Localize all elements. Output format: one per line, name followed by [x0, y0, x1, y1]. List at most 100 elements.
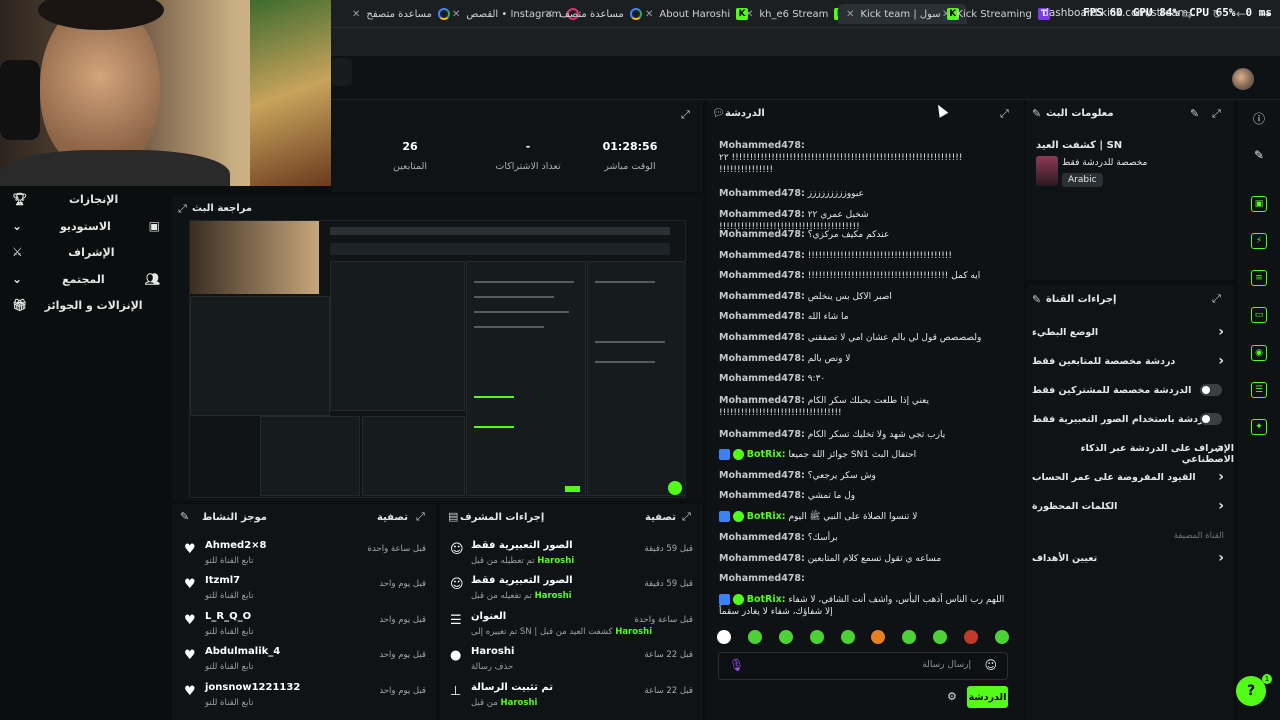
preview-tool-icon[interactable]: ▣ [1251, 196, 1267, 212]
layout-icon[interactable]: ☰ [1251, 382, 1267, 398]
chat-username[interactable]: Mohammed478: [719, 553, 805, 564]
emote[interactable] [994, 630, 1009, 644]
action-ai-moderation[interactable]: الإشراف على الدردشة عبر الذكاء الاصطناعي… [1026, 437, 1234, 465]
chat-username[interactable]: Mohammed478: [719, 250, 805, 261]
emote[interactable] [747, 630, 762, 644]
forward-icon[interactable]: → [1260, 7, 1270, 21]
mic-icon[interactable]: 🎙︎ [729, 658, 744, 672]
chat-text: ٩:٣٠ [807, 374, 826, 384]
stream-preview-video[interactable] [189, 220, 686, 498]
preview-status-icon[interactable] [668, 481, 682, 495]
expand-icon[interactable]: ⤢ [416, 510, 425, 524]
chat-input[interactable]: 🎙︎ إرسال رسالة ☺ [718, 652, 1008, 680]
expand-icon[interactable]: ⤢ [1212, 107, 1221, 121]
close-tab-icon[interactable]: ✕ [745, 9, 753, 20]
back-icon[interactable]: ← [1236, 7, 1246, 21]
close-tab-icon[interactable]: ✕ [545, 9, 553, 20]
chat-username[interactable]: Mohammed478: [719, 395, 805, 406]
chat-username[interactable]: BotRix: [747, 594, 786, 605]
pen-icon[interactable]: ✎ [1251, 148, 1267, 164]
browser-tab[interactable]: ✕ مساعدة متصف [545, 4, 642, 24]
emotes-only-toggle[interactable] [1200, 413, 1222, 425]
emote[interactable] [809, 630, 824, 644]
chat-username[interactable]: Mohammed478: [719, 470, 805, 481]
chat-username[interactable]: Mohammed478: [719, 291, 805, 302]
action-banned-words[interactable]: الكلمات المحظورة › [1026, 495, 1234, 521]
expand-icon[interactable]: ⤢ [681, 108, 690, 122]
action-account-age[interactable]: القيود المفروضة على عمر الحساب › [1026, 466, 1234, 492]
emote[interactable] [717, 630, 731, 644]
emote[interactable] [902, 630, 917, 644]
avatar[interactable] [1232, 68, 1254, 90]
sidebar-item-community[interactable]: ⌄ المجتمع 👥︎ [0, 266, 172, 292]
pin-icon[interactable]: ✎ [180, 510, 189, 523]
subscribers-only-toggle[interactable] [1200, 384, 1222, 396]
chat-username[interactable]: Mohammed478: [719, 140, 805, 151]
wrench-icon[interactable]: ✦ [1251, 419, 1267, 435]
browser-tab[interactable]: ✕ Kick Streaming T [942, 4, 1050, 24]
pin-icon[interactable]: ▤ [448, 510, 458, 523]
chat-username[interactable]: Mohammed478: [719, 429, 805, 440]
chat-username[interactable]: Mohammed478: [719, 532, 805, 543]
pin-icon[interactable]: ✎ [1032, 293, 1041, 306]
sidebar-item-achievements[interactable]: 🏆︎ الإنجازات [0, 186, 172, 212]
list-tool-icon[interactable]: ≡ [1251, 270, 1267, 286]
translate-icon[interactable]: ⇆ [1182, 7, 1192, 21]
reload-icon[interactable]: ↻ [1212, 7, 1222, 21]
chat-username[interactable]: Mohammed478: [719, 188, 805, 199]
chat-username[interactable]: BotRix: [747, 511, 786, 522]
chat-username[interactable]: Mohammed478: [719, 490, 805, 501]
browser-tab[interactable]: ✕ About Haroshi K [645, 4, 749, 24]
gear-icon[interactable]: ⚙ [947, 690, 957, 703]
chat-username[interactable]: Mohammed478: [719, 373, 805, 384]
chat-username[interactable]: Mohammed478: [719, 573, 805, 584]
action-set-goals[interactable]: تعيين الأهداف › [1026, 547, 1234, 573]
info-icon[interactable]: ⓘ [1251, 110, 1267, 126]
chat-username[interactable]: Mohammed478: [719, 209, 805, 220]
chat-message: Mohammed478: ما شاء الله [719, 311, 1011, 323]
action-followers-only[interactable]: دردشة مخصصة للمتابعين فقط › [1026, 350, 1234, 376]
header-menu-button[interactable] [332, 58, 352, 86]
emote[interactable] [778, 630, 793, 644]
expand-icon[interactable]: ⤢ [178, 202, 187, 216]
lightning-icon[interactable]: ⚡ [1251, 233, 1267, 249]
filter-button[interactable]: تصفية [645, 512, 676, 523]
sidebar: 🏆︎ الإنجازات ⌄ الاستوديو ▣ ⚔ الإشراف ⌄ المجتم… [0, 186, 172, 326]
chat-message: Mohammed478: !!!!!!!!!!!!!!!!!!!!!!!!!!!… [719, 140, 1011, 176]
chat-username[interactable]: Mohammed478: [719, 311, 805, 322]
chat-message: Mohammed478: [719, 573, 1011, 585]
url-field[interactable]: dashboard.kick.com/stream [1042, 7, 1188, 19]
sidebar-item-drops[interactable]: 🎁︎ الإنزالات و الجوائز [0, 292, 172, 318]
chat-username[interactable]: Mohammed478: [719, 353, 805, 364]
sidebar-item-moderation[interactable]: ⚔ الإشراف [0, 239, 172, 265]
emote[interactable] [840, 630, 855, 644]
emote[interactable] [871, 630, 886, 644]
action-slow-mode[interactable]: الوضع البطيء › [1026, 321, 1234, 347]
emoji-icon[interactable]: ☺ [984, 658, 997, 672]
sidebar-item-studio[interactable]: ⌄ الاستوديو ▣ [0, 213, 172, 239]
chat-username[interactable]: Mohammed478: [719, 229, 805, 240]
chat-message: Mohammed478: برأسك؟ [719, 532, 1011, 544]
browser-tab[interactable]: ✕ مساعدة متصفح [352, 4, 450, 24]
send-chat-button[interactable]: الدردشة [967, 686, 1008, 708]
close-tab-icon[interactable]: ✕ [452, 9, 460, 20]
chat-tool-icon[interactable]: ▭ [1251, 307, 1267, 323]
broadcast-icon[interactable]: ◉ [1251, 345, 1267, 361]
chat-username[interactable]: Mohammed478: [719, 270, 805, 281]
pin-icon[interactable]: ✎ [1032, 107, 1041, 120]
filter-button[interactable]: تصفية [377, 512, 408, 523]
close-tab-icon[interactable]: ✕ [846, 9, 854, 20]
expand-icon[interactable]: ⤢ [682, 510, 691, 524]
chat-username[interactable]: Mohammed478: [719, 332, 805, 343]
expand-icon[interactable]: ⤢ [1000, 107, 1009, 121]
heart-icon: ♥ [184, 577, 196, 592]
browser-tab[interactable]: ✕kh_e6 StreamK [745, 4, 847, 24]
close-tab-icon[interactable]: ✕ [942, 9, 950, 20]
edit-icon[interactable]: ✎ [1190, 107, 1199, 120]
expand-icon[interactable]: ⤢ [1212, 292, 1221, 306]
chat-username[interactable]: BotRix: [747, 449, 786, 460]
emote[interactable] [933, 630, 948, 644]
close-tab-icon[interactable]: ✕ [352, 9, 360, 20]
emote[interactable] [964, 630, 978, 644]
close-tab-icon[interactable]: ✕ [645, 9, 653, 20]
